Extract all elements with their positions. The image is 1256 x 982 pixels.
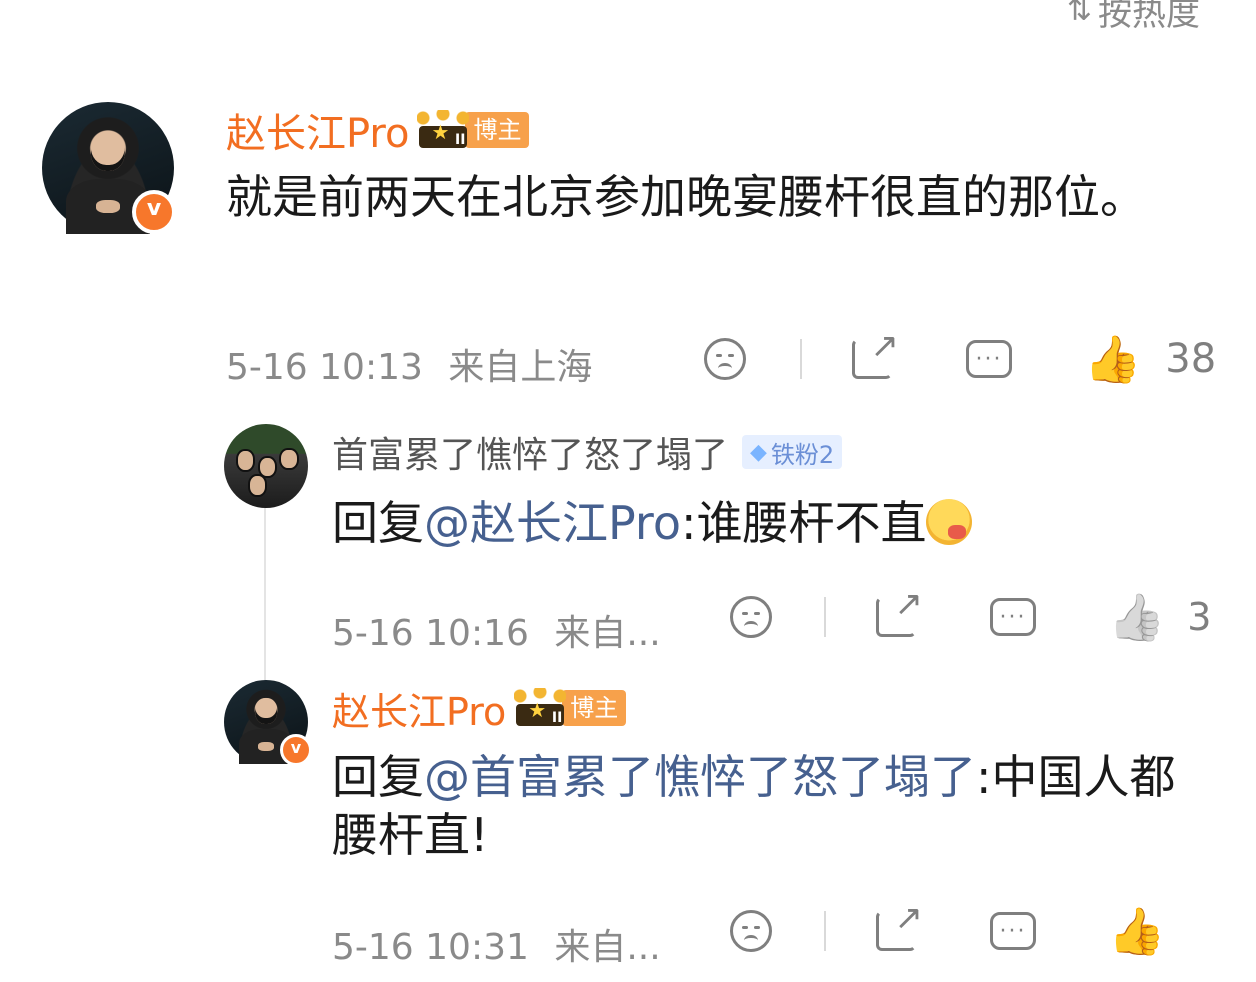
avatar[interactable] [224,424,308,508]
fan-badge: ◆ 铁粉2 [742,435,843,469]
author-row: 首富累了憔悴了怒了塌了 ◆ 铁粉2 [332,426,843,478]
reply-icon[interactable]: ··· [990,912,1036,950]
role-tag: 博主 [562,690,627,726]
comment-time: 5-16 10:16 [332,613,529,654]
like-icon[interactable]: 👍 [1084,336,1141,382]
mention-link[interactable]: @赵长江Pro [424,496,681,550]
thread-line [264,506,266,684]
diamond-icon: ◆ [750,439,767,465]
comment-actions: ··· 👍 38 [704,326,1217,382]
crown-icon: ★ II [417,110,470,150]
sort-label: 按热度 [1098,0,1200,34]
role-tag: 博主 [465,112,530,148]
comment-actions: ··· 👍 [730,898,1165,954]
blogger-badge: ★ II 博主 [514,688,627,728]
author-row: 赵长江Pro ★ II 博主 [332,684,627,734]
reply-prefix: 回复 [332,750,424,804]
comment-time: 5-16 10:31 [332,927,529,968]
reply-icon[interactable]: ··· [966,340,1012,378]
like-icon[interactable]: 👍 [1108,594,1165,640]
comment-meta: 5-16 10:13 来自上海 [226,338,592,390]
comment-thread-page: ⇅ 按热度 v 赵长江Pro ★ II 博主 就是前两天在北京参加晚宴腰杆很直的那… [0,0,1256,982]
like-count: 3 [1187,595,1212,639]
comment-time: 5-16 10:13 [226,347,423,388]
comment-meta: 5-16 10:31 来自... [332,918,661,970]
comment-meta: 5-16 10:16 来自... [332,604,661,656]
like-count: 38 [1165,336,1217,382]
mention-link[interactable]: @首富累了憔悴了怒了塌了 [424,750,976,804]
crown-icon: ★ II [514,688,567,728]
like-icon[interactable]: 👍 [1108,908,1165,954]
share-icon[interactable] [876,898,923,951]
author-name[interactable]: 赵长江Pro [226,101,409,159]
comment-actions: ··· 👍 3 [730,584,1212,640]
comment-location: 来自上海 [448,347,593,388]
dislike-icon[interactable] [704,338,746,380]
verified-icon: v [280,734,312,766]
reply-prefix: 回复 [332,496,424,550]
share-icon[interactable] [852,326,899,379]
sort-control[interactable]: ⇅ 按热度 [1067,0,1200,35]
author-name[interactable]: 赵长江Pro [332,681,506,736]
avatar[interactable]: v [224,680,312,766]
blogger-badge: ★ II 博主 [417,110,530,150]
avatar[interactable]: v [42,102,176,234]
comment-text: 回复@首富累了憔悴了怒了塌了:中国人都腰杆直! [332,750,1176,863]
verified-icon: v [132,190,176,234]
share-icon[interactable] [876,584,923,637]
author-row: 赵长江Pro ★ II 博主 [226,101,530,159]
sort-icon: ⇅ [1066,0,1092,28]
comment-location: 来自... [554,613,661,654]
comment-text: 就是前两天在北京参加晚宴腰杆很直的那位。 [226,170,1146,224]
author-name[interactable]: 首富累了憔悴了怒了塌了 [332,426,728,478]
yummy-emoji-icon [926,499,973,545]
reply-icon[interactable]: ··· [990,598,1036,636]
dislike-icon[interactable] [730,910,772,952]
dislike-icon[interactable] [730,596,772,638]
comment-location: 来自... [554,927,661,968]
comment-text: 回复@赵长江Pro:谁腰杆不直 [332,494,1212,552]
